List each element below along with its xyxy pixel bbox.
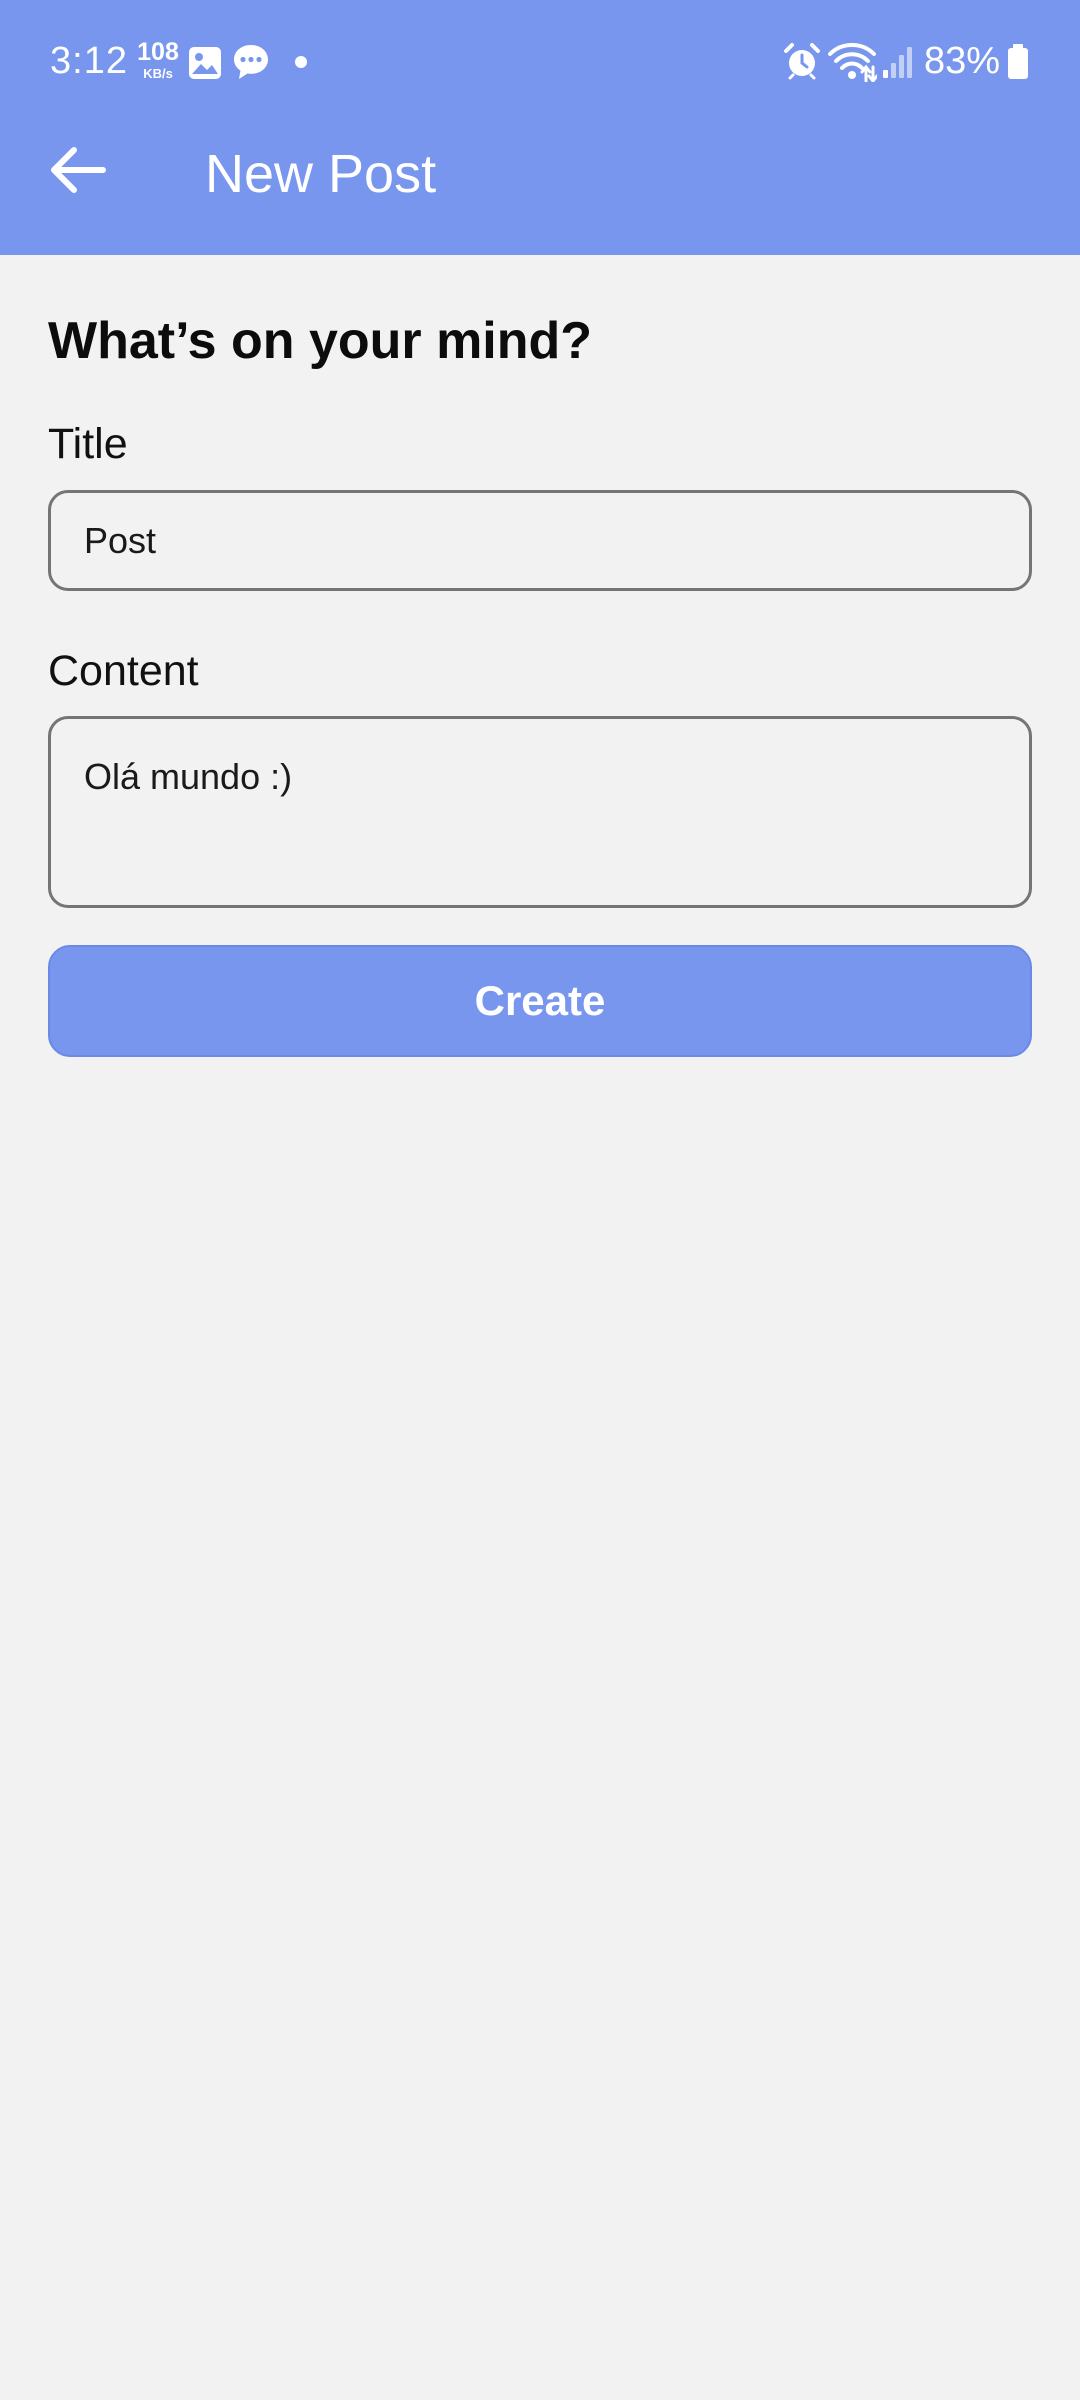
arrow-left-icon	[51, 147, 106, 193]
back-button[interactable]	[38, 130, 118, 210]
form-heading: What’s on your mind?	[48, 312, 593, 370]
network-speed-value: 108	[137, 38, 179, 66]
signal-icon	[883, 47, 912, 78]
status-time: 3:12	[50, 40, 128, 82]
alarm-icon	[784, 43, 820, 80]
title-input[interactable]	[48, 490, 1032, 591]
chat-bubble-icon	[234, 45, 268, 79]
page-title: New Post	[205, 144, 437, 204]
network-speed: 108 KB/s	[136, 38, 180, 81]
battery-percent: 83%	[924, 40, 1001, 82]
content-field-label: Content	[48, 647, 199, 695]
dot-icon	[295, 56, 307, 68]
wifi-icon	[828, 43, 877, 82]
create-button[interactable]: Create	[48, 945, 1032, 1057]
battery-icon	[1008, 44, 1028, 79]
title-field-label: Title	[48, 420, 128, 468]
app-bar: 3:12 108 KB/s 83% New Post	[0, 0, 1080, 255]
status-bar: 3:12 108 KB/s 83%	[0, 0, 1080, 120]
gallery-icon	[189, 47, 221, 79]
content-input[interactable]: Olá mundo :)	[48, 716, 1032, 908]
network-speed-unit: KB/s	[143, 66, 173, 81]
